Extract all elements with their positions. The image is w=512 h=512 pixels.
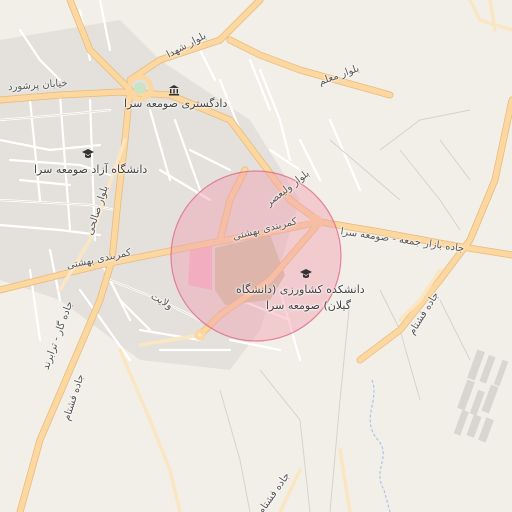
poi-label-dadgostari[interactable]: دادگستری صومعه سرا	[124, 96, 227, 111]
poi-label-azad-university[interactable]: دانشگاه آزاد صومعه سرا	[34, 162, 147, 177]
search-radius-circle	[170, 170, 342, 342]
courthouse-icon[interactable]	[168, 84, 180, 96]
map-view[interactable]: خیابان پرشورد بلوار شهدا بلوار معلم بلوا…	[0, 0, 512, 512]
map-base-layer	[0, 0, 512, 512]
poi-label-agri-faculty-line2[interactable]: گیلان) صومعه سرا	[266, 298, 351, 313]
faculty-icon[interactable]	[300, 268, 312, 280]
university-icon[interactable]	[82, 148, 94, 160]
poi-label-agri-faculty-line1[interactable]: دانشکده کشاورزی (دانشگاه	[236, 282, 365, 297]
